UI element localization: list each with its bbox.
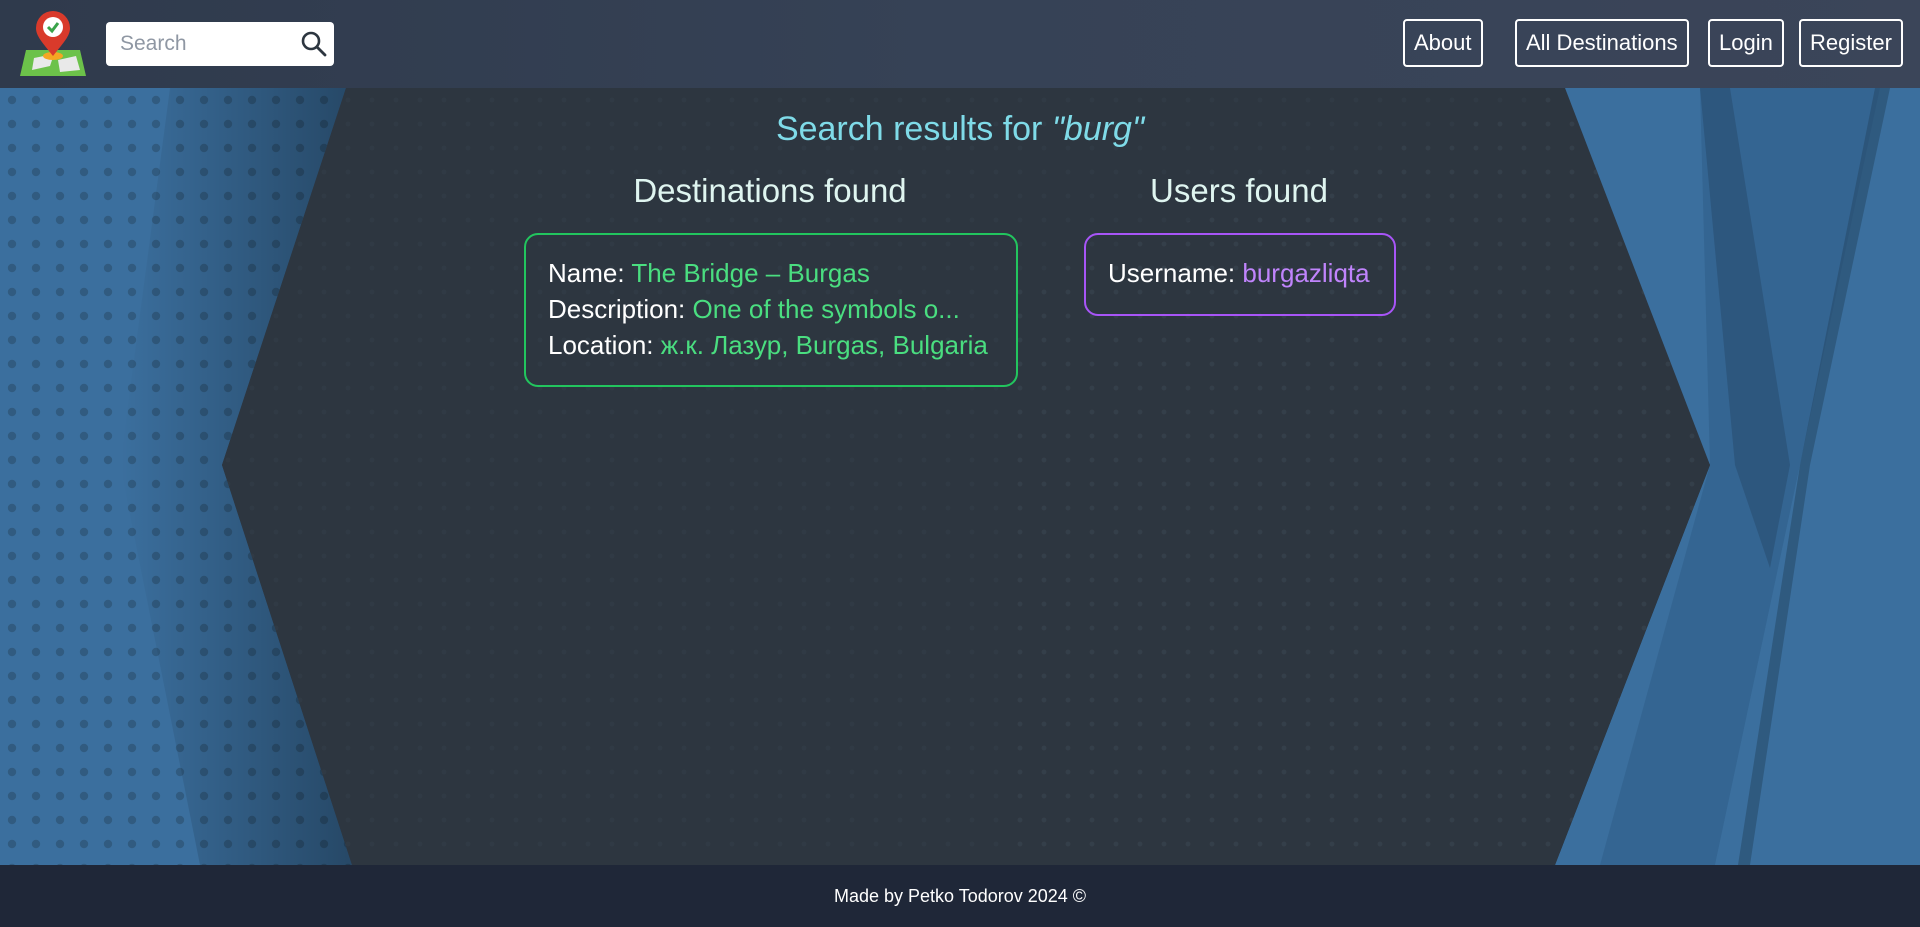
search-input[interactable] <box>120 24 300 64</box>
destination-result-card[interactable]: Name: The Bridge – Burgas Description: O… <box>524 233 1018 387</box>
results-prefix: Search results for <box>775 110 1043 148</box>
username-value: burgazliqta <box>1242 258 1370 288</box>
destination-location-row: Location: ж.к. Лазур, Burgas, Bulgaria <box>548 327 994 363</box>
destinations-found-title: Destinations found <box>633 172 907 209</box>
destination-description: One of the symbols o... <box>692 294 960 324</box>
username-label: Username: <box>1108 258 1243 288</box>
location-label: Location: <box>548 330 661 360</box>
users-found-title: Users found <box>1150 172 1328 209</box>
destination-name-row: Name: The Bridge – Burgas <box>548 255 994 291</box>
destination-name: The Bridge – Burgas <box>631 258 870 288</box>
search-button[interactable] <box>300 30 328 58</box>
footer-credit: Made by Petko Todorov 2024 © <box>833 885 1087 906</box>
search-icon <box>301 31 327 57</box>
map-pin-logo-icon[interactable] <box>20 10 86 78</box>
search-results-heading: Search results for "burg" <box>0 110 1920 149</box>
nav-all-destinations-button[interactable]: All Destinations <box>1515 19 1689 67</box>
destination-description-row: Description: One of the symbols o... <box>548 291 994 327</box>
nav-about-button[interactable]: About <box>1403 19 1483 67</box>
search-query: "burg" <box>1051 110 1145 148</box>
footer: Made by Petko Todorov 2024 © <box>0 865 1920 927</box>
nav-login-button[interactable]: Login <box>1708 19 1784 67</box>
user-result-card[interactable]: Username: burgazliqta <box>1084 233 1396 316</box>
destination-location: ж.к. Лазур, Burgas, Bulgaria <box>660 330 988 360</box>
nav-register-button[interactable]: Register <box>1799 19 1903 67</box>
search-bar <box>106 22 334 66</box>
description-label: Description: <box>548 294 693 324</box>
top-navbar: About All Destinations Login Register <box>0 0 1920 88</box>
name-label: Name: <box>548 258 632 288</box>
main-content: Search results for "burg" Destinations f… <box>0 88 1920 865</box>
